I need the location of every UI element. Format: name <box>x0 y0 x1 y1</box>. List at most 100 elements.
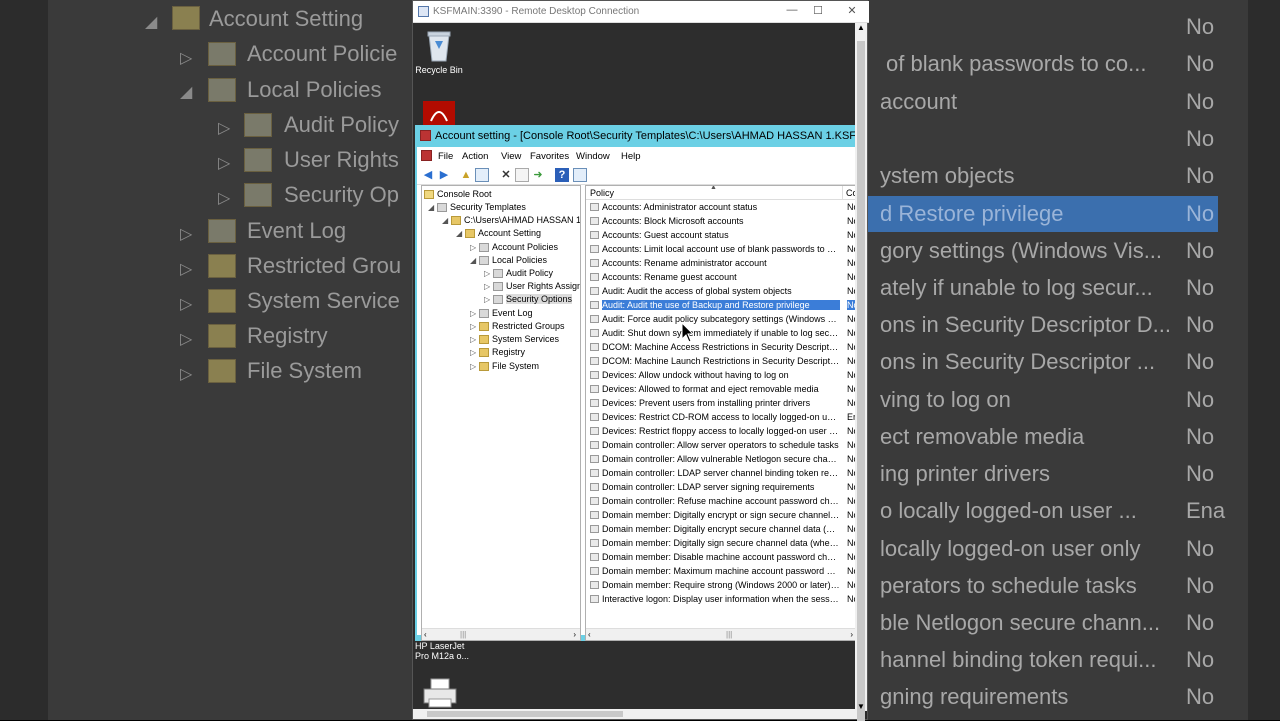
tree-item-security-options[interactable]: ▷ Security Options <box>484 293 573 306</box>
tree-item-event-log[interactable]: ▷ Event Log <box>470 307 533 320</box>
table-row[interactable]: Accounts: Rename guest accountNo <box>586 270 856 284</box>
help-icon[interactable]: ? <box>555 168 569 182</box>
menu-file[interactable]: File <box>438 151 453 162</box>
export-list-icon[interactable]: ➜ <box>531 168 545 182</box>
table-row[interactable]: Domain member: Digitally encrypt or sign… <box>586 508 856 522</box>
table-row[interactable]: Audit: Force audit policy subcategory se… <box>586 312 856 326</box>
collapse-icon[interactable]: ◢ <box>428 201 437 214</box>
action-pane-icon[interactable] <box>573 168 587 182</box>
menu-help[interactable]: Help <box>621 151 641 162</box>
table-row[interactable]: Audit: Audit the use of Backup and Resto… <box>586 298 856 312</box>
scroll-left-icon[interactable]: ‹ <box>588 630 591 639</box>
expand-icon[interactable]: ▷ <box>484 293 493 306</box>
back-arrow-icon[interactable]: ◀ <box>421 168 435 182</box>
mmc-title-bar[interactable]: Account setting - [Console Root\Security… <box>415 125 856 147</box>
collapse-icon[interactable]: ◢ <box>470 254 479 267</box>
menu-window[interactable]: Window <box>576 151 610 162</box>
mmc-window: Account setting - [Console Root\Security… <box>415 125 856 641</box>
tree-horizontal-scrollbar[interactable]: ‹ ||| › <box>422 628 580 640</box>
chevron-right-icon: ▷ <box>180 226 193 243</box>
tree-item-local-policies[interactable]: ◢ Local Policies <box>470 254 547 267</box>
table-row[interactable]: Accounts: Limit local account use of bla… <box>586 242 856 256</box>
tree-item-file-system[interactable]: ▷ File System <box>470 360 539 373</box>
expand-icon[interactable]: ▷ <box>470 333 479 346</box>
background-tree-item: System Service <box>247 288 400 313</box>
table-row[interactable]: Audit: Audit the access of global system… <box>586 284 856 298</box>
tree-item-account-setting[interactable]: ◢ Account Setting <box>456 227 541 240</box>
menu-favorites[interactable]: Favorites <box>530 151 569 162</box>
expand-icon[interactable]: ▷ <box>470 320 479 333</box>
tree-item-audit-policy[interactable]: ▷ Audit Policy <box>484 267 553 280</box>
expand-icon[interactable]: ▷ <box>470 241 479 254</box>
table-row[interactable]: Domain controller: Refuse machine accoun… <box>586 494 856 508</box>
maximize-button[interactable]: ☐ <box>809 4 827 17</box>
menu-action[interactable]: Action <box>462 151 488 162</box>
rdp-horizontal-scrollbar[interactable] <box>413 709 857 719</box>
forward-arrow-icon[interactable]: ▶ <box>437 168 451 182</box>
table-row[interactable]: Devices: Allowed to format and eject rem… <box>586 382 856 396</box>
printer-shortcut[interactable]: HP LaserJet Pro M12a o... <box>415 641 495 708</box>
table-row[interactable]: Domain controller: LDAP server signing r… <box>586 480 856 494</box>
table-row[interactable]: Domain controller: Allow server operator… <box>586 438 856 452</box>
collapse-icon[interactable]: ◢ <box>442 214 451 227</box>
scrollbar-thumb[interactable] <box>857 41 865 721</box>
expand-icon[interactable]: ▷ <box>470 307 479 320</box>
column-separator[interactable] <box>842 186 843 200</box>
table-row[interactable]: Accounts: Administrator account statusNo <box>586 200 856 214</box>
menu-view[interactable]: View <box>501 151 521 162</box>
table-row[interactable]: Domain controller: LDAP server channel b… <box>586 466 856 480</box>
tree-item-system-services[interactable]: ▷ System Services <box>470 333 559 346</box>
column-header-policy[interactable]: Policy <box>590 188 614 198</box>
expand-icon[interactable]: ▷ <box>484 280 493 293</box>
acrobat-icon[interactable] <box>423 101 455 125</box>
table-row[interactable]: Domain member: Disable machine account p… <box>586 550 856 564</box>
tree-item-security-templates[interactable]: ◢ Security Templates <box>428 201 526 214</box>
scroll-down-icon[interactable]: ▼ <box>857 702 865 711</box>
tree-item-console-root[interactable]: Console Root <box>424 188 492 201</box>
delete-icon[interactable]: ✕ <box>499 168 513 182</box>
minimize-button[interactable]: — <box>783 4 801 16</box>
scrollbar-grip[interactable]: ||| <box>460 630 466 639</box>
table-row[interactable]: Domain member: Require strong (Windows 2… <box>586 578 856 592</box>
table-row[interactable]: Accounts: Guest account statusNo <box>586 228 856 242</box>
table-row[interactable]: Accounts: Block Microsoft accountsNo <box>586 214 856 228</box>
expand-icon[interactable]: ▷ <box>484 267 493 280</box>
table-row[interactable]: Devices: Restrict CD-ROM access to local… <box>586 410 856 424</box>
tree-item-user-path[interactable]: ◢ C:\Users\AHMAD HASSAN 1. <box>442 214 580 227</box>
recycle-bin-shortcut[interactable]: Recycle Bin <box>415 29 463 75</box>
list-horizontal-scrollbar[interactable]: ‹ ||| › <box>586 628 856 640</box>
expand-icon[interactable]: ▷ <box>470 360 479 373</box>
tree-item-registry[interactable]: ▷ Registry <box>470 346 525 359</box>
scroll-right-icon[interactable]: › <box>850 630 853 639</box>
collapse-icon[interactable]: ◢ <box>456 227 465 240</box>
rdp-vertical-scrollbar[interactable]: ▲ ▼ <box>855 23 867 721</box>
scroll-right-icon[interactable]: › <box>573 630 576 639</box>
table-row[interactable]: DCOM: Machine Access Restrictions in Sec… <box>586 340 856 354</box>
tree-item-restricted-groups[interactable]: ▷ Restricted Groups <box>470 320 565 333</box>
tree-item-user-rights[interactable]: ▷ User Rights Assign <box>484 280 580 293</box>
scroll-up-icon[interactable]: ▲ <box>857 23 865 32</box>
table-row[interactable]: Domain member: Maximum machine account p… <box>586 564 856 578</box>
close-button[interactable]: ✕ <box>843 4 861 17</box>
table-row[interactable]: Devices: Prevent users from installing p… <box>586 396 856 410</box>
scrollbar-thumb[interactable] <box>427 711 623 717</box>
chevron-right-icon: ▷ <box>218 155 231 172</box>
table-row[interactable]: Interactive logon: Display user informat… <box>586 592 856 606</box>
table-row[interactable]: Devices: Allow undock without having to … <box>586 368 856 382</box>
scroll-left-icon[interactable]: ‹ <box>424 630 427 639</box>
table-row[interactable]: Devices: Restrict floppy access to local… <box>586 424 856 438</box>
properties-icon[interactable] <box>515 168 529 182</box>
table-row[interactable]: Domain member: Digitally sign secure cha… <box>586 536 856 550</box>
up-folder-icon[interactable]: ▲ <box>459 168 473 182</box>
scrollbar-grip[interactable]: ||| <box>726 630 732 639</box>
table-row[interactable]: Domain controller: Allow vulnerable Netl… <box>586 452 856 466</box>
rdp-title-bar[interactable]: KSFMAIN:3390 - Remote Desktop Connection… <box>413 1 869 23</box>
expand-icon[interactable]: ▷ <box>470 346 479 359</box>
show-hide-tree-icon[interactable] <box>475 168 489 182</box>
tree-item-account-policies[interactable]: ▷ Account Policies <box>470 241 558 254</box>
table-row[interactable]: DCOM: Machine Launch Restrictions in Sec… <box>586 354 856 368</box>
table-row[interactable]: Audit: Shut down system immediately if u… <box>586 326 856 340</box>
table-row[interactable]: Accounts: Rename administrator accountNo <box>586 256 856 270</box>
table-row[interactable]: Domain member: Digitally encrypt secure … <box>586 522 856 536</box>
window-menu-icon[interactable] <box>421 150 432 161</box>
